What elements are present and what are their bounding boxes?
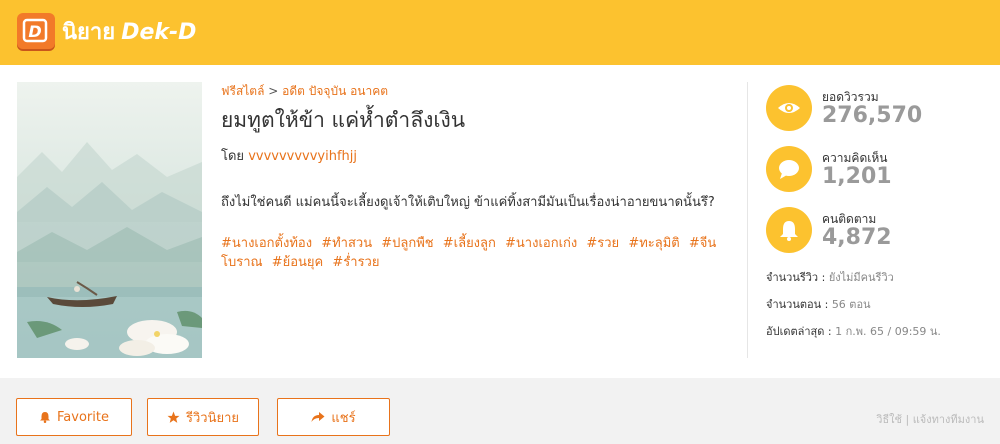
action-bar: Favorite รีวิวนิยาย แชร์ วิธีใช้ | แจ้งท… [0,378,1000,444]
novel-synopsis: ถึงไม่ใช่คนดี แม่คนนี้จะเลี้ยงดูเจ้าให้เ… [221,195,715,210]
reviews-value: ยังไม่มีคนรีวิว [828,271,894,284]
footer-separator: | [905,413,910,426]
top-header: D นิยาย Dek-D [0,0,1000,65]
comments-value: 1,201 [822,164,892,189]
meta-updated: อัปเดตล่าสุด : 1 ก.พ. 65 / 09:59 น. [766,322,986,340]
meta-episodes: จำนวนตอน : 56 ตอน [766,295,986,313]
review-label: รีวิวนิยาย [185,410,239,426]
tag-link[interactable]: #ทะลุมิติ [628,236,679,251]
tag-link[interactable]: #ทำสวน [321,236,372,251]
views-value: 276,570 [822,103,923,128]
episodes-value: 56 ตอน [831,298,871,311]
favorite-button[interactable]: Favorite [16,398,132,436]
stat-comments: ความคิดเห็น 1,201 [766,146,986,207]
report-link[interactable]: แจ้งทางทีมงาน [913,413,984,426]
novel-cover-image[interactable] [17,82,202,358]
stat-followers: คนติดตาม 4,872 [766,207,986,268]
bell-icon [766,207,812,253]
episodes-label: จำนวนตอน : [766,298,829,311]
tag-list: #นางเอกตั้งท้อง #ทำสวน #ปลูกพืช #เลี้ยงล… [221,234,736,272]
comment-icon [766,146,812,192]
site-logo-text[interactable]: นิยาย Dek-D [62,14,196,49]
updated-label: อัปเดตล่าสุด : [766,325,832,338]
share-label: แชร์ [331,410,356,426]
share-button[interactable]: แชร์ [277,398,390,436]
breadcrumb-subcategory-link[interactable]: อดีต ปัจจุบัน อนาคต [282,84,388,98]
tag-link[interactable]: #รวย [586,236,619,251]
tag-link[interactable]: #ร่ำรวย [332,255,379,270]
tag-link[interactable]: #นางเอกเก่ง [505,236,577,251]
tag-link[interactable]: #ย้อนยุค [272,255,324,270]
novel-title: ยมทูตให้ข้า แค่ห้ำตำลึงเงิน [221,108,466,132]
stat-views: ยอดวิวรวม 276,570 [766,85,986,146]
followers-value: 4,872 [822,225,892,250]
logo-label: นิยาย [62,20,116,45]
bell-small-icon [40,412,51,423]
author-link[interactable]: vvvvvvvvvyihfhjj [248,149,357,164]
author-line: โดย vvvvvvvvvyihfhjj [221,145,736,166]
favorite-label: Favorite [57,409,109,425]
breadcrumb-separator: > [268,84,279,98]
star-icon [167,411,180,423]
updated-value: 1 ก.พ. 65 / 09:59 น. [835,325,941,338]
tag-link[interactable]: #เลี้ยงลูก [443,236,496,251]
help-link[interactable]: วิธีใช้ [876,413,902,426]
footer-links: วิธีใช้ | แจ้งทางทีมงาน [876,410,984,428]
tag-link[interactable]: #ปลูกพืช [381,236,433,251]
breadcrumb-category-link[interactable]: ฟรีสไตล์ [221,84,264,98]
novel-card: ฟรีสไตล์ > อดีต ปัจจุบัน อนาคต ยมทูตให้ข… [0,65,1000,378]
dekd-logo-icon[interactable]: D [17,13,55,49]
review-button[interactable]: รีวิวนิยาย [147,398,259,436]
reviews-label: จำนวนรีวิว : [766,271,826,284]
breadcrumb: ฟรีสไตล์ > อดีต ปัจจุบัน อนาคต [221,82,736,98]
svg-text:D: D [28,22,41,41]
eye-icon [766,85,812,131]
tag-link[interactable]: #นางเอกตั้งท้อง [221,236,312,251]
stats-panel: ยอดวิวรวม 276,570 ความคิดเห็น 1,201 คนติ… [766,85,986,268]
vertical-divider [747,82,748,358]
novel-info: ฟรีสไตล์ > อดีต ปัจจุบัน อนาคต ยมทูตให้ข… [221,82,736,272]
logo-brand: Dek-D [121,20,197,45]
author-prefix: โดย [221,149,245,164]
share-icon [311,412,325,422]
meta-reviews: จำนวนรีวิว : ยังไม่มีคนรีวิว [766,268,986,286]
